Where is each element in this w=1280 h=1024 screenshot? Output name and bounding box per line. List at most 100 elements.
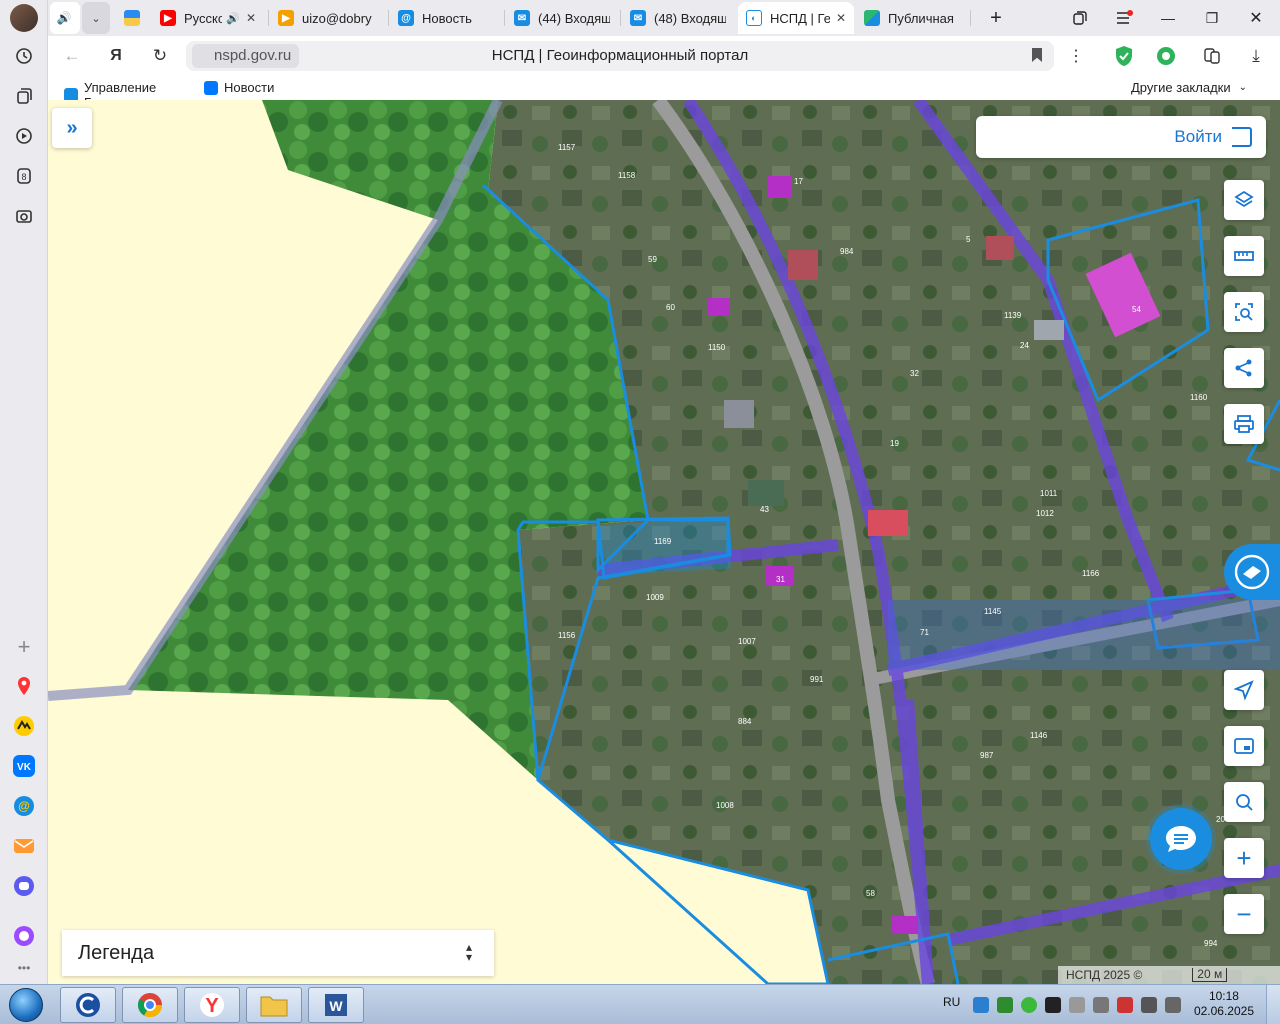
measure-button[interactable] [1224, 236, 1264, 276]
download-icon[interactable]: ⤓ [1242, 42, 1270, 70]
expand-panel-button[interactable]: » [52, 108, 92, 148]
more-icon[interactable]: ••• [8, 952, 40, 984]
collections-icon[interactable] [8, 80, 40, 112]
taskbar-yandex[interactable]: Y [184, 987, 240, 1023]
print-icon [1234, 415, 1254, 433]
other-bookmarks[interactable]: Другие закладки ⌄ [1131, 80, 1247, 95]
yandex-mail-icon[interactable] [8, 830, 40, 862]
map-attribution: НСПД 2025 © 20 м [1058, 966, 1280, 984]
chevron-updown-icon[interactable]: ▴ ▾ [466, 941, 472, 963]
chrome-icon [137, 993, 162, 1018]
add-icon[interactable]: + [8, 631, 40, 663]
parcel-number-label: 1145 [984, 607, 1002, 616]
parcel-number-label: 994 [1204, 939, 1218, 948]
tray-wechat-icon[interactable] [1021, 997, 1037, 1013]
close-icon[interactable]: ✕ [836, 11, 846, 25]
taskbar-explorer[interactable] [246, 987, 302, 1023]
new-tab-button[interactable]: + [982, 4, 1010, 32]
alice-icon[interactable] [8, 920, 40, 952]
protect-icon[interactable] [1110, 42, 1138, 70]
taskbar-chrome[interactable] [122, 987, 178, 1023]
tray-app-icon[interactable] [1045, 997, 1061, 1013]
zoom-in-button[interactable]: + [1224, 838, 1264, 878]
extension-green-icon[interactable] [1152, 42, 1180, 70]
minimap-button[interactable] [1224, 726, 1264, 766]
bookmark-item[interactable]: Новости [204, 80, 274, 95]
yandex-browser-icon: Y [200, 993, 224, 1017]
address-bar[interactable]: nspd.gov.ru НСПД | Геоинформационный пор… [186, 41, 1054, 71]
chat-button[interactable] [1150, 808, 1212, 870]
start-button[interactable] [4, 985, 48, 1024]
tab-youtube[interactable]: ▶ Русско 🔊 ✕ [152, 2, 264, 34]
tab-uizo[interactable]: ▶ uizo@dobry [270, 2, 388, 34]
more-vertical-icon[interactable]: ⋮ [1062, 42, 1090, 70]
tray-antivirus-icon[interactable] [997, 997, 1013, 1013]
parcel-number-label: 1166 [1082, 569, 1100, 578]
reload-button[interactable]: ↻ [146, 42, 174, 70]
parcel-number-label: 71 [920, 628, 929, 637]
tray-network-icon[interactable] [1141, 997, 1157, 1013]
maps-pin-icon[interactable] [8, 670, 40, 702]
page-title: НСПД | Геоинформационный портал [491, 47, 749, 64]
locate-search-icon [1236, 794, 1253, 811]
tab-gov[interactable] [116, 2, 146, 34]
tab-inbox-48[interactable]: ✉ (48) Входящ [622, 2, 734, 34]
clock[interactable]: 10:18 02.06.2025 [1194, 989, 1254, 1019]
close-icon[interactable]: ✕ [246, 11, 256, 25]
parcel-number-label: 1008 [716, 801, 734, 810]
restore-button[interactable]: ❐ [1198, 4, 1226, 32]
translate-icon[interactable] [1198, 42, 1226, 70]
yandex-button[interactable]: Я [102, 42, 130, 70]
messenger-icon[interactable] [8, 870, 40, 902]
back-button[interactable]: ← [58, 42, 86, 70]
screenshot-icon[interactable] [8, 200, 40, 232]
mail-at-icon[interactable]: @ [8, 790, 40, 822]
taskbar-word[interactable]: W [308, 987, 364, 1023]
share-button[interactable] [1224, 348, 1264, 388]
windows-logo-icon [9, 988, 43, 1022]
language-indicator[interactable]: RU [943, 995, 960, 1009]
video-icon[interactable] [8, 120, 40, 152]
tab-news[interactable]: @ Новость [390, 2, 504, 34]
tray-app-icon[interactable] [973, 997, 989, 1013]
parcel-number-label: 54 [1132, 305, 1141, 314]
tab-audio[interactable]: 🔊 [50, 2, 80, 34]
menu-icon[interactable] [1110, 4, 1138, 32]
tabs-menu-icon[interactable] [1066, 4, 1094, 32]
print-button[interactable] [1224, 404, 1264, 444]
tray-device-icon[interactable] [1093, 997, 1109, 1013]
tab-nspd[interactable]: ◐ НСПД | Ге ✕ [738, 2, 854, 34]
legend-panel[interactable]: Легенда ▴ ▾ [62, 930, 494, 976]
tray-volume-icon[interactable] [1165, 997, 1181, 1013]
geolocation-button[interactable] [1224, 670, 1264, 710]
profile-avatar[interactable] [10, 4, 38, 32]
tray-flag-icon[interactable] [1117, 997, 1133, 1013]
select-area-button[interactable] [1224, 292, 1264, 332]
minimize-button[interactable]: — [1154, 4, 1182, 32]
zoom-out-button[interactable]: − [1224, 894, 1264, 934]
parcel-number-label: 5 [966, 235, 971, 244]
map-canvas[interactable]: 1157 1158 59 60 1150 43 1169 1009 31 1156 1007 991 8… [48, 100, 1280, 984]
minimap-icon [1234, 738, 1254, 754]
parcel-number-label: 60 [666, 303, 675, 312]
pkk-button[interactable] [1224, 544, 1280, 600]
tray-tools-icon[interactable] [1069, 997, 1085, 1013]
vk-icon[interactable]: VK [8, 750, 40, 782]
history-icon[interactable] [8, 40, 40, 72]
close-window-button[interactable]: ✕ [1242, 4, 1270, 32]
market-icon[interactable] [8, 710, 40, 742]
tab-inbox-44[interactable]: ✉ (44) Входящ [506, 2, 618, 34]
locate-search-button[interactable] [1224, 782, 1264, 822]
taskbar-ccleaner[interactable] [60, 987, 116, 1023]
parcel-number-label: 24 [1020, 341, 1029, 350]
layers-button[interactable] [1224, 180, 1264, 220]
counter-icon[interactable]: 8 [8, 160, 40, 192]
login-button[interactable]: Войти [976, 116, 1266, 158]
tab-list-button[interactable]: ⌄ [82, 2, 110, 34]
tab-public-map[interactable]: Публичная [856, 2, 964, 34]
parcel-number-label: 1012 [1036, 509, 1054, 518]
share-icon [1235, 359, 1252, 377]
gov-icon [124, 10, 140, 26]
chevron-down-icon: ⌄ [91, 12, 101, 25]
show-desktop-button[interactable] [1266, 985, 1280, 1024]
